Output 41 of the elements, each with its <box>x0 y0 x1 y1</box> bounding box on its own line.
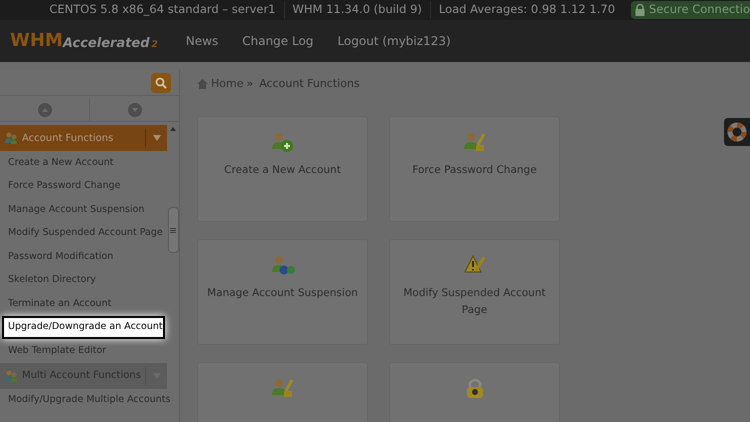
breadcrumb-link[interactable]: Home <box>211 76 244 92</box>
search-button[interactable] <box>151 72 171 92</box>
nav-link[interactable]: Logout (mybiz123) <box>325 32 463 50</box>
user-pause-icon <box>270 254 294 276</box>
life-ring-icon <box>727 122 747 142</box>
menu-item[interactable]: Create a New Account <box>0 151 167 174</box>
secure-connection-badge: Secure Connectio <box>631 1 750 19</box>
menu-item[interactable]: Password Modification <box>0 245 167 268</box>
function-card[interactable]: Modify Suspended Account Page <box>389 239 560 345</box>
menu-item[interactable]: Modify Suspended Account Page <box>0 222 167 245</box>
function-card[interactable]: Create a New Account <box>197 116 368 222</box>
function-card[interactable]: Force Password Change <box>389 116 560 222</box>
menu-item[interactable]: Upgrade/Downgrade an Account <box>2 316 165 339</box>
user-key-icon <box>270 377 294 399</box>
server-info: CENTOS 5.8 x86_64 standard – server1 <box>48 1 277 18</box>
nav-link[interactable]: Change Log <box>230 32 326 50</box>
search-icon <box>155 76 167 88</box>
grip-icon <box>170 228 176 232</box>
users-icon <box>4 370 18 382</box>
user-add-icon <box>270 131 294 153</box>
breadcrumb-current: Account Functions <box>259 76 360 92</box>
version-info: WHM 11.34.0 (build 9) <box>284 1 430 19</box>
user-key-icon <box>462 131 486 153</box>
dropdown-caret-icon <box>152 135 160 141</box>
whm-logo: WHMAccelerated2 <box>10 30 159 52</box>
menu-item[interactable]: Force Password Change <box>0 174 167 198</box>
home-icon <box>197 79 208 89</box>
function-card[interactable]: Manage Account Suspension <box>197 239 368 345</box>
help-button[interactable] <box>724 118 750 146</box>
breadcrumb-separator: » <box>246 76 254 92</box>
padlock-icon <box>635 4 646 16</box>
scroll-up-arrow-icon <box>170 127 176 131</box>
menu-item[interactable]: Terminate an Account <box>0 292 167 316</box>
menu-item[interactable]: Skeleton Directory <box>0 268 167 292</box>
menu-group-header[interactable]: Account Functions <box>0 125 167 151</box>
menu-group-label: Account Functions <box>22 132 114 146</box>
menu-item[interactable]: Web Template Editor <box>0 339 167 362</box>
nav-link[interactable]: News <box>174 32 230 50</box>
load-averages: Load Averages: 0.98 1.12 1.70 <box>430 1 624 19</box>
users-icon <box>4 132 18 144</box>
menu-item[interactable]: Manage Account Suspension <box>0 198 167 222</box>
